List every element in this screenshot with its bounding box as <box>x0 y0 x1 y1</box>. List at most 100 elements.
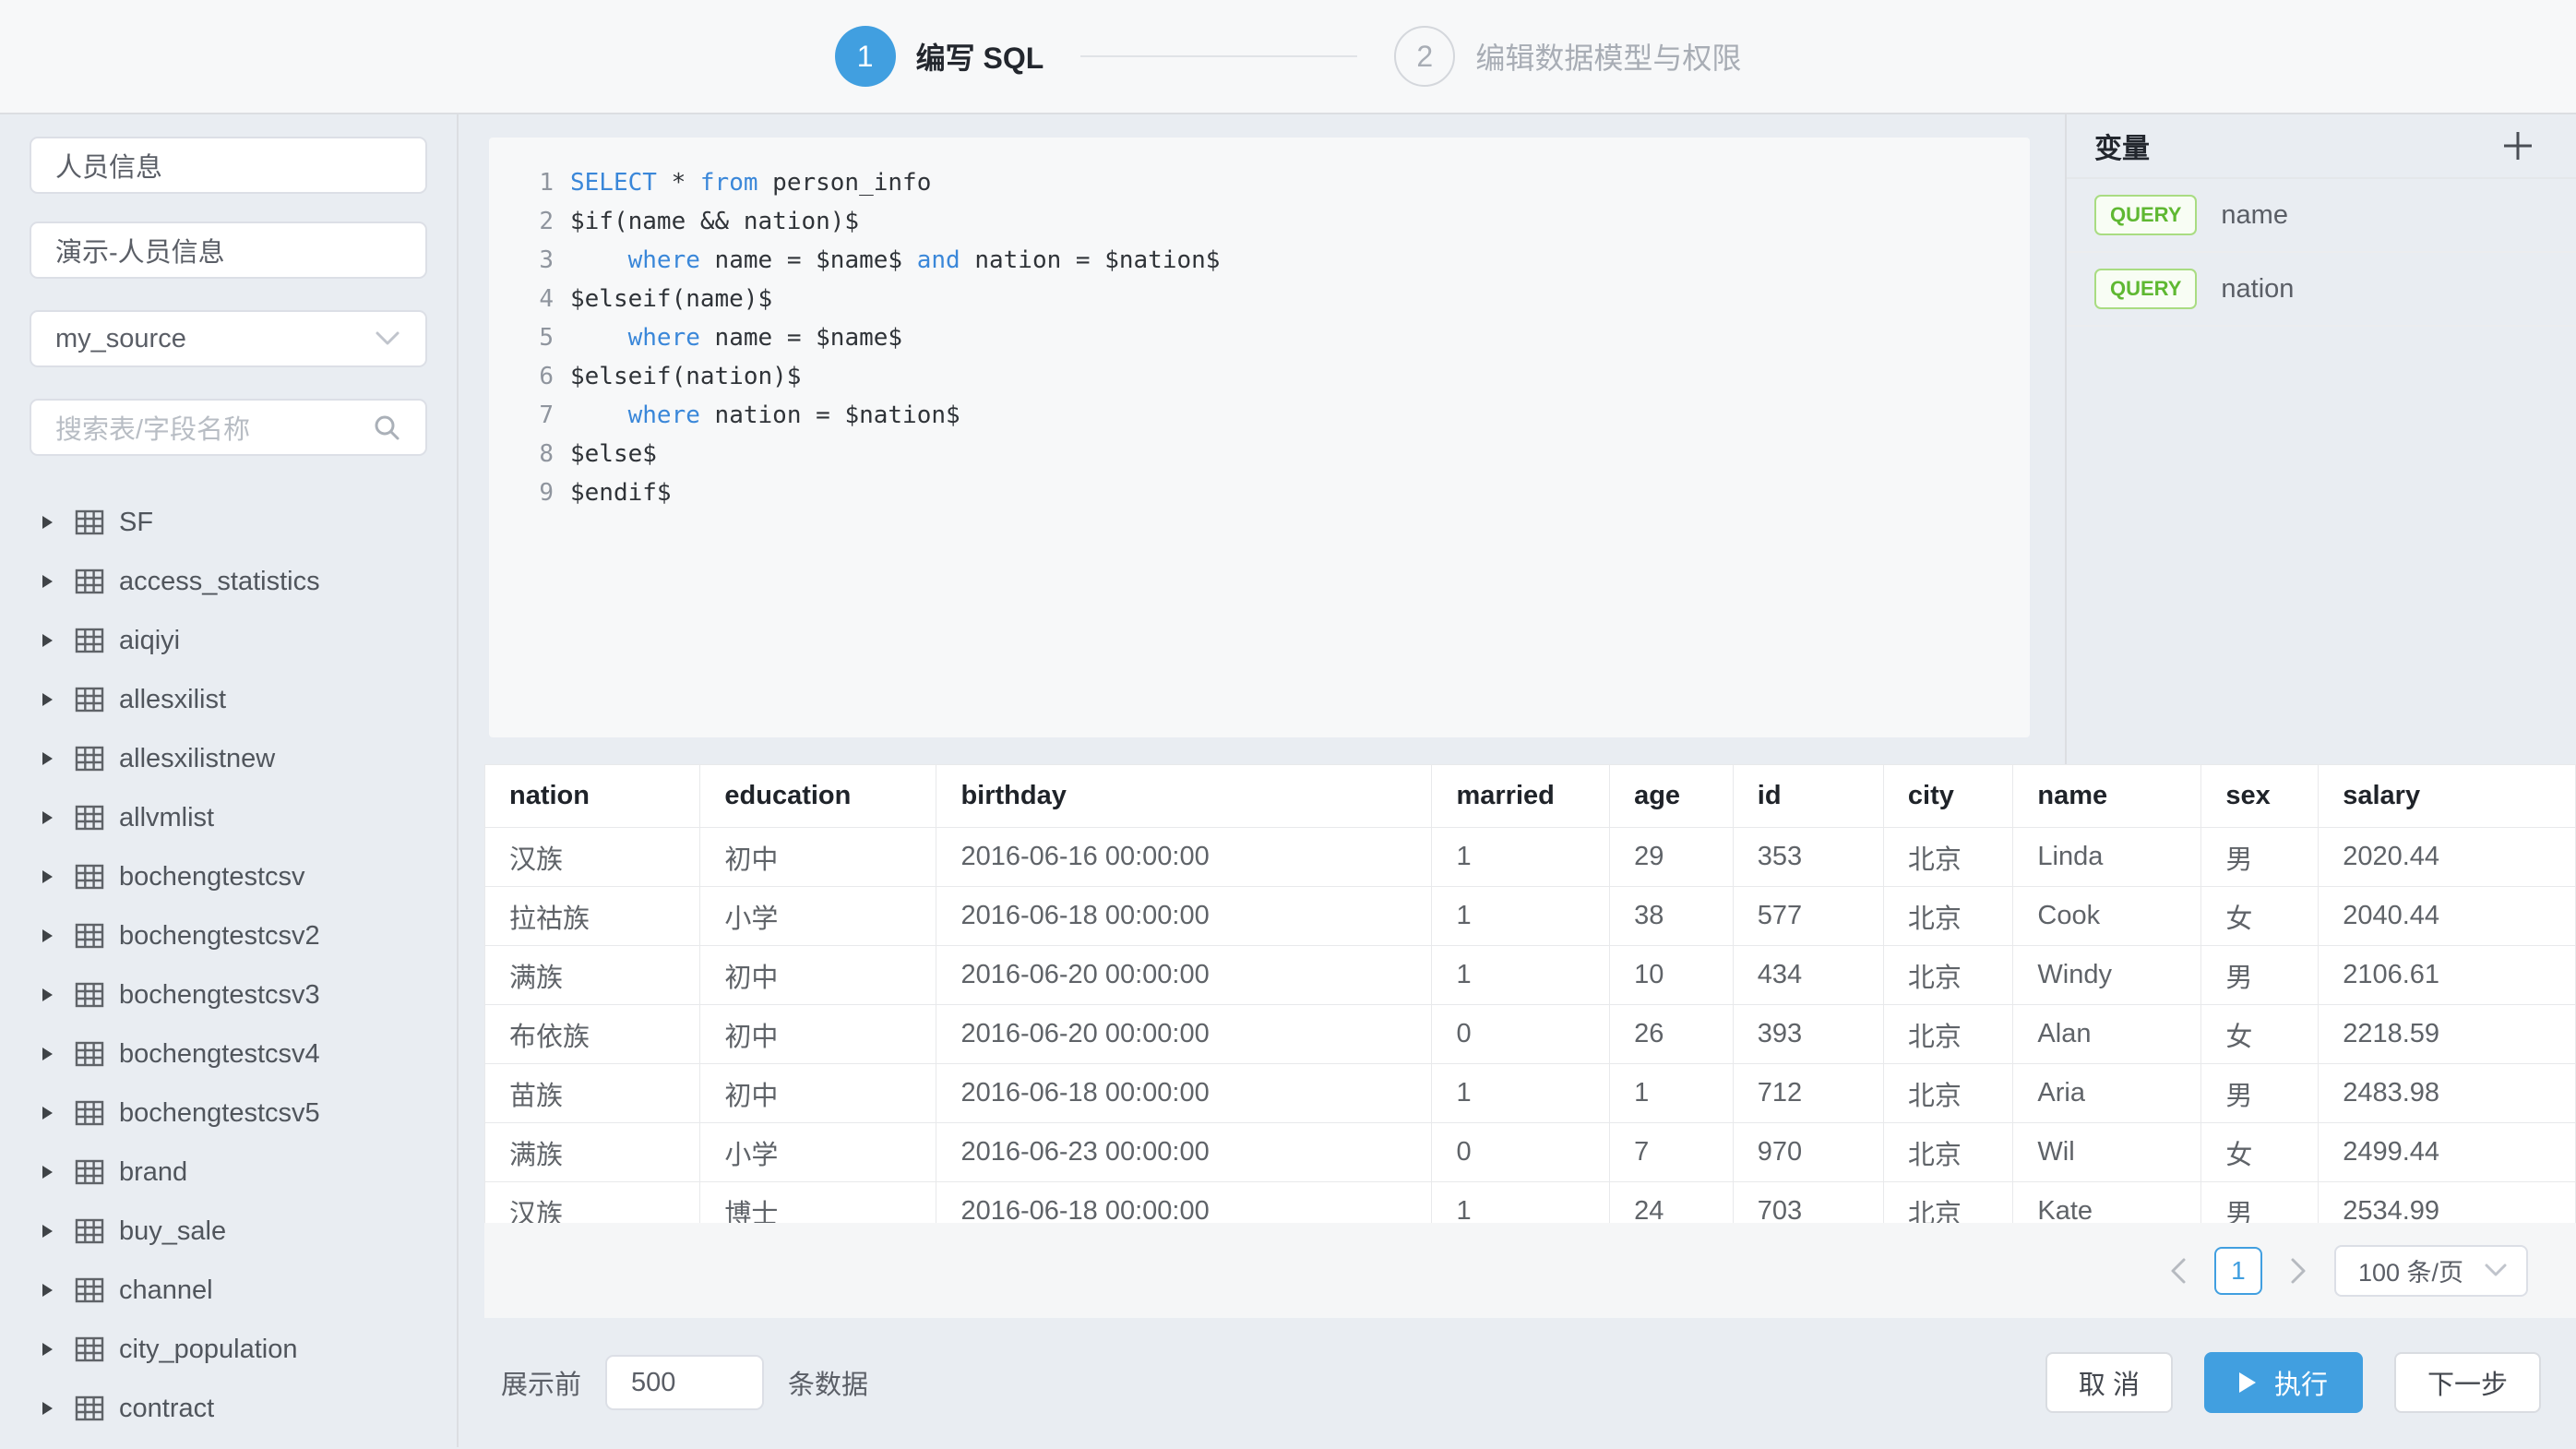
tree-item[interactable]: allesxilist <box>30 670 427 729</box>
tree-item-label: bochengtestcsv3 <box>119 980 320 1011</box>
caret-right-icon[interactable] <box>42 752 53 765</box>
table-cell: 女 <box>2201 887 2319 946</box>
column-header: salary <box>2319 765 2576 828</box>
table-cell: 女 <box>2201 1123 2319 1182</box>
dataset-display-name-input[interactable]: 演示-人员信息 <box>30 222 427 279</box>
plus-icon <box>2500 128 2535 163</box>
caret-right-icon[interactable] <box>42 811 53 824</box>
variable-row[interactable]: QUERY name <box>2067 179 2576 253</box>
tree-item[interactable]: bochengtestcsv3 <box>30 965 427 1024</box>
line-number: 5 <box>513 324 554 352</box>
tree-item[interactable]: bochengtestcsv2 <box>30 906 427 965</box>
play-icon <box>2239 1372 2256 1393</box>
tree-item-label: buy_sale <box>119 1216 226 1247</box>
table-cell: 2016-06-23 00:00:00 <box>936 1123 1432 1182</box>
caret-right-icon[interactable] <box>42 1284 53 1297</box>
column-header: birthday <box>936 765 1432 828</box>
code-text: $if(name && nation)$ <box>570 208 859 235</box>
tree-item[interactable]: brand <box>30 1143 427 1202</box>
table-cell: 0 <box>1432 1123 1610 1182</box>
execute-button[interactable]: 执行 <box>2204 1352 2363 1413</box>
table-cell: 2499.44 <box>2319 1123 2576 1182</box>
dataset-name-input[interactable]: 人员信息 <box>30 137 427 194</box>
result-table-header-row: nationeducationbirthdaymarriedageidcityn… <box>485 765 2576 828</box>
tree-item[interactable]: city_population <box>30 1320 427 1379</box>
caret-right-icon[interactable] <box>42 575 53 588</box>
caret-right-icon[interactable] <box>42 1402 53 1415</box>
table-cell: 北京 <box>1883 1182 2012 1224</box>
line-number: 2 <box>513 208 554 235</box>
page-size-select[interactable]: 100 条/页 <box>2334 1245 2528 1297</box>
caret-right-icon[interactable] <box>42 693 53 706</box>
step-edit-model[interactable]: 2 编辑数据模型与权限 <box>1394 26 1741 87</box>
tree-item[interactable]: allesxilistnew <box>30 729 427 788</box>
caret-right-icon[interactable] <box>42 929 53 942</box>
table-cell: 353 <box>1733 828 1883 887</box>
limit-prefix-label: 展示前 <box>501 1363 581 1402</box>
table-cell: 1 <box>1432 828 1610 887</box>
tree-item[interactable]: buy_sale <box>30 1202 427 1261</box>
code-line: 7 where nation = $nation$ <box>513 396 2030 435</box>
table-cell: 初中 <box>700 1005 936 1064</box>
table-icon <box>75 509 104 535</box>
search-input[interactable]: 搜索表/字段名称 <box>30 399 427 456</box>
tree-item[interactable]: allvmlist <box>30 788 427 847</box>
caret-right-icon[interactable] <box>42 1225 53 1238</box>
variables-panel: 变量 QUERY name QUERY nation <box>2065 114 2576 764</box>
tree-item[interactable]: SF <box>30 493 427 552</box>
table-cell: 拉祜族 <box>485 887 700 946</box>
table-cell: 703 <box>1733 1182 1883 1224</box>
result-panel: nationeducationbirthdaymarriedageidcityn… <box>484 764 2576 1318</box>
tree-item[interactable]: bochengtestcsv4 <box>30 1024 427 1084</box>
code-text: $endif$ <box>570 479 672 507</box>
caret-right-icon[interactable] <box>42 870 53 883</box>
caret-right-icon[interactable] <box>42 1048 53 1060</box>
caret-right-icon[interactable] <box>42 1343 53 1356</box>
table-cell: 2040.44 <box>2319 887 2576 946</box>
table-cell: 2106.61 <box>2319 946 2576 1005</box>
table-cell: 2016-06-18 00:00:00 <box>936 887 1432 946</box>
tree-item[interactable]: access_statistics <box>30 552 427 611</box>
caret-right-icon[interactable] <box>42 634 53 647</box>
next-step-button[interactable]: 下一步 <box>2394 1352 2541 1413</box>
tree-item[interactable]: channel <box>30 1261 427 1320</box>
add-variable-button[interactable] <box>2500 128 2535 163</box>
limit-input[interactable]: 500 <box>605 1355 764 1410</box>
current-page-button[interactable]: 1 <box>2214 1247 2262 1295</box>
table-cell: Aria <box>2013 1064 2201 1123</box>
table-cell: Cook <box>2013 887 2201 946</box>
tree-item[interactable]: bochengtestcsv5 <box>30 1084 427 1143</box>
column-header: nation <box>485 765 700 828</box>
limit-value: 500 <box>631 1368 675 1398</box>
caret-right-icon[interactable] <box>42 988 53 1001</box>
variable-row[interactable]: QUERY nation <box>2067 253 2576 327</box>
sql-editor[interactable]: 1 SELECT * from person_info 2 $if(name &… <box>489 138 2030 737</box>
caret-right-icon[interactable] <box>42 1166 53 1179</box>
tree-item-label: bochengtestcsv <box>119 862 305 892</box>
column-header: name <box>2013 765 2201 828</box>
table-cell: 1 <box>1432 887 1610 946</box>
next-page-button[interactable] <box>2286 1254 2310 1287</box>
prev-page-button[interactable] <box>2166 1254 2190 1287</box>
table-cell: 布依族 <box>485 1005 700 1064</box>
table-icon <box>75 569 104 594</box>
table-icon <box>75 1336 104 1362</box>
caret-right-icon[interactable] <box>42 1107 53 1120</box>
table-cell: 女 <box>2201 1005 2319 1064</box>
caret-right-icon[interactable] <box>42 516 53 529</box>
execute-label: 执行 <box>2274 1363 2328 1402</box>
datasource-select[interactable]: my_source <box>30 310 427 367</box>
tree-item-label: bochengtestcsv4 <box>119 1039 320 1070</box>
step2-circle: 2 <box>1394 26 1455 87</box>
table-cell: 7 <box>1610 1123 1734 1182</box>
table-icon <box>75 1218 104 1244</box>
tree-item[interactable]: aiqiyi <box>30 611 427 670</box>
tree-item[interactable]: contract <box>30 1379 427 1438</box>
step-write-sql[interactable]: 1 编写 SQL <box>835 26 1044 87</box>
table-icon <box>75 687 104 713</box>
cancel-button[interactable]: 取 消 <box>2045 1352 2173 1413</box>
table-cell: 0 <box>1432 1005 1610 1064</box>
table-cell: 26 <box>1610 1005 1734 1064</box>
tree-item[interactable]: bochengtestcsv <box>30 847 427 906</box>
table-cell: 小学 <box>700 1123 936 1182</box>
